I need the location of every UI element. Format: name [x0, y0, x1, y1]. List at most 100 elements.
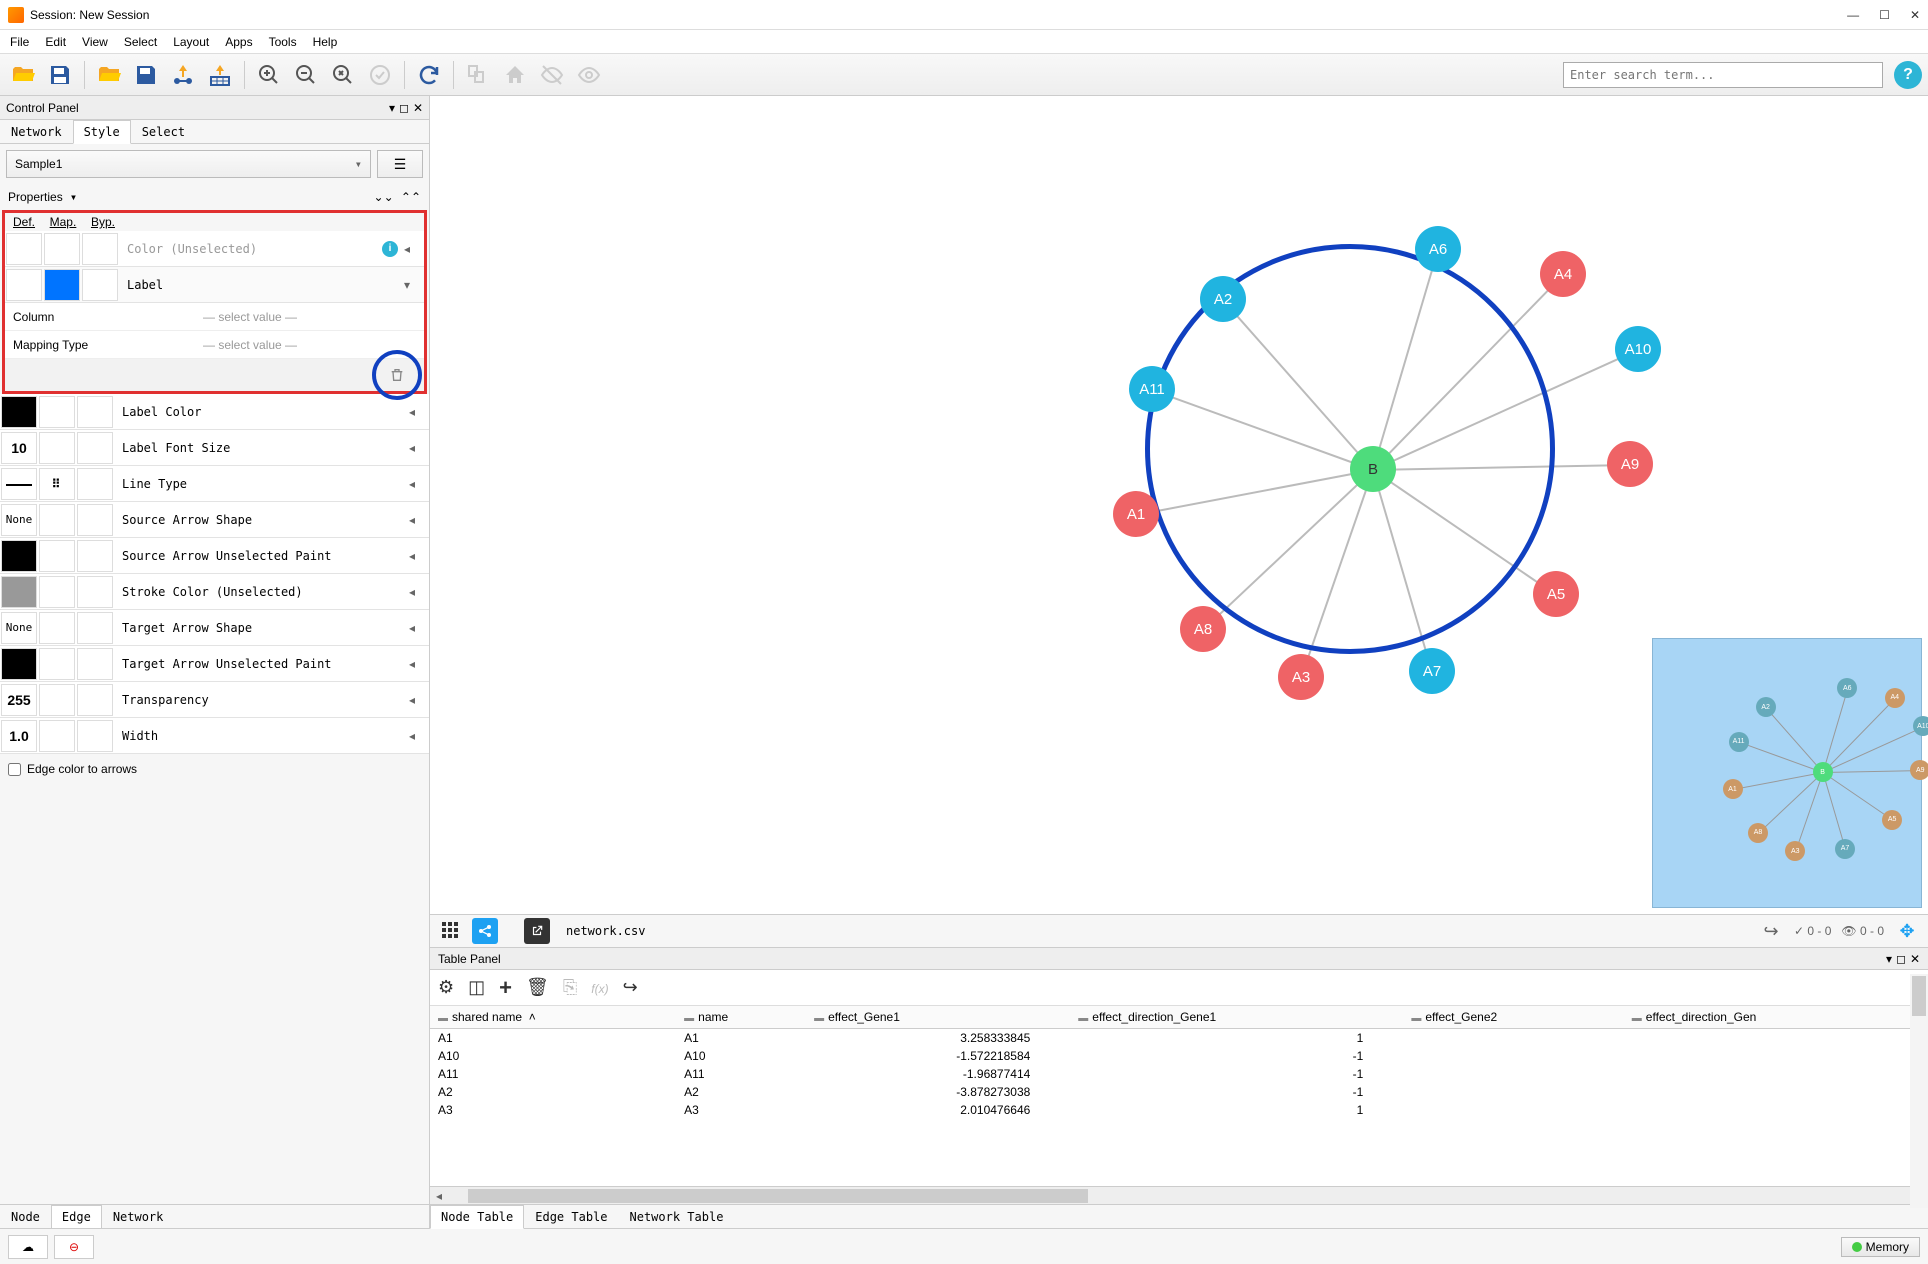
map-swatch[interactable]: ⠿: [39, 468, 75, 500]
info-icon[interactable]: i: [382, 241, 398, 257]
refresh-icon[interactable]: [412, 58, 446, 92]
open-session-icon[interactable]: [6, 58, 40, 92]
table-row[interactable]: A10A10-1.572218584-1: [430, 1047, 1928, 1065]
collapse-icon[interactable]: ◂: [409, 621, 429, 635]
properties-label[interactable]: Properties: [8, 190, 63, 204]
panel-close-icon[interactable]: ✕: [413, 101, 423, 115]
byp-swatch[interactable]: [77, 540, 113, 572]
byp-swatch[interactable]: [77, 576, 113, 608]
tab-edge-table[interactable]: Edge Table: [524, 1205, 618, 1228]
map-swatch[interactable]: [39, 648, 75, 680]
node-A11[interactable]: A11: [1129, 366, 1175, 412]
collapse-icon[interactable]: ◂: [409, 693, 429, 707]
bottom-tab-node[interactable]: Node: [0, 1205, 51, 1228]
table-row[interactable]: A1A13.2583338451: [430, 1029, 1928, 1048]
node-A3[interactable]: A3: [1278, 654, 1324, 700]
node-A1[interactable]: A1: [1113, 491, 1159, 537]
collapse-icon[interactable]: ◂: [409, 549, 429, 563]
def-swatch[interactable]: 1.0: [1, 720, 37, 752]
delete-icon[interactable]: 🗑: [526, 977, 549, 998]
grid-icon[interactable]: [438, 918, 464, 944]
save-session-icon[interactable]: [43, 58, 77, 92]
node-A10[interactable]: A10: [1615, 326, 1661, 372]
node-A8[interactable]: A8: [1180, 606, 1226, 652]
memory-button[interactable]: Memory: [1841, 1237, 1920, 1257]
tab-select[interactable]: Select: [131, 120, 196, 143]
def-swatch[interactable]: [1, 468, 37, 500]
property-row[interactable]: NoneSource Arrow Shape◂: [0, 502, 429, 538]
column-value[interactable]: — select value —: [203, 310, 297, 324]
data-table[interactable]: ▬shared name ˄▬name▬effect_Gene1▬effect_…: [430, 1006, 1928, 1186]
collapse-icon[interactable]: ◂: [404, 242, 424, 256]
def-swatch[interactable]: [6, 269, 42, 301]
style-menu-button[interactable]: ☰: [377, 150, 423, 178]
byp-swatch[interactable]: [77, 432, 113, 464]
bottom-tab-network[interactable]: Network: [102, 1205, 175, 1228]
network-view[interactable]: BA6A4A2A10A11A9A1A5A8A7A3 BA6A4A2A10A11A…: [430, 96, 1928, 914]
map-swatch[interactable]: [39, 684, 75, 716]
table-row[interactable]: A3A32.0104766461: [430, 1101, 1928, 1119]
byp-swatch[interactable]: [77, 720, 113, 752]
trash-icon[interactable]: [389, 367, 405, 383]
map-swatch[interactable]: [39, 720, 75, 752]
map-swatch[interactable]: [39, 540, 75, 572]
minimap[interactable]: BA6A4A2A10A11A9A1A5A8A7A3: [1652, 638, 1922, 908]
mapping-type-value[interactable]: — select value —: [203, 338, 297, 352]
collapse-icon[interactable]: ◂: [409, 585, 429, 599]
collapse-icon[interactable]: ◂: [409, 657, 429, 671]
column-header[interactable]: ▬effect_direction_Gene1: [1070, 1006, 1403, 1029]
property-row[interactable]: 10Label Font Size◂: [0, 430, 429, 466]
close-button[interactable]: ✕: [1910, 8, 1920, 22]
vertical-scrollbar[interactable]: [1910, 974, 1928, 1208]
menu-view[interactable]: View: [76, 33, 114, 51]
node-A4[interactable]: A4: [1540, 251, 1586, 297]
maximize-button[interactable]: ☐: [1879, 8, 1890, 22]
property-row[interactable]: Label Color◂: [0, 394, 429, 430]
byp-swatch[interactable]: [77, 648, 113, 680]
node-A9[interactable]: A9: [1607, 441, 1653, 487]
def-swatch[interactable]: 10: [1, 432, 37, 464]
def-swatch[interactable]: 255: [1, 684, 37, 716]
import-network-icon[interactable]: [166, 58, 200, 92]
column-header[interactable]: ▬effect_Gene2: [1403, 1006, 1623, 1029]
collapse-icon[interactable]: ◂: [409, 513, 429, 527]
def-swatch[interactable]: [1, 396, 37, 428]
menu-layout[interactable]: Layout: [167, 33, 215, 51]
property-row[interactable]: NoneTarget Arrow Shape◂: [0, 610, 429, 646]
byp-swatch[interactable]: [77, 396, 113, 428]
stop-icon[interactable]: ⊖: [54, 1235, 94, 1259]
def-swatch[interactable]: [1, 540, 37, 572]
columns-icon[interactable]: ◫: [468, 977, 485, 998]
minimize-button[interactable]: —: [1847, 8, 1859, 22]
expand-icon[interactable]: ▾: [404, 278, 424, 292]
table-row[interactable]: A11A11-1.96877414-1: [430, 1065, 1928, 1083]
node-A7[interactable]: A7: [1409, 648, 1455, 694]
column-header[interactable]: ▬shared name ˄: [430, 1006, 676, 1029]
table-row[interactable]: A2A2-3.878273038-1: [430, 1083, 1928, 1101]
node-A6[interactable]: A6: [1415, 226, 1461, 272]
node-B[interactable]: B: [1350, 446, 1396, 492]
map-swatch[interactable]: [39, 504, 75, 536]
zoom-fit-icon[interactable]: [326, 58, 360, 92]
def-swatch[interactable]: None: [1, 504, 37, 536]
property-row[interactable]: Source Arrow Unselected Paint◂: [0, 538, 429, 574]
add-icon[interactable]: +: [499, 975, 512, 1001]
column-header[interactable]: ▬effect_Gene1: [806, 1006, 1070, 1029]
menu-help[interactable]: Help: [307, 33, 344, 51]
map-swatch-blue[interactable]: [44, 269, 80, 301]
horizontal-scrollbar[interactable]: ◂▸: [430, 1186, 1928, 1204]
column-header[interactable]: ▬effect_direction_Gen: [1624, 1006, 1928, 1029]
property-row[interactable]: ⠿Line Type◂: [0, 466, 429, 502]
cloud-icon[interactable]: ☁: [8, 1235, 48, 1259]
edge-color-checkbox[interactable]: [8, 763, 21, 776]
collapse-icon[interactable]: ◂: [409, 405, 429, 419]
fit-content-icon[interactable]: ✥: [1894, 918, 1920, 944]
map-swatch[interactable]: [39, 612, 75, 644]
panel-float-icon[interactable]: ◻: [399, 101, 409, 115]
tab-network[interactable]: Network: [0, 120, 73, 143]
open-file-icon[interactable]: [92, 58, 126, 92]
help-icon[interactable]: ?: [1894, 61, 1922, 89]
tab-node-table[interactable]: Node Table: [430, 1205, 524, 1229]
style-selector[interactable]: Sample1: [6, 150, 371, 178]
byp-swatch[interactable]: [77, 612, 113, 644]
